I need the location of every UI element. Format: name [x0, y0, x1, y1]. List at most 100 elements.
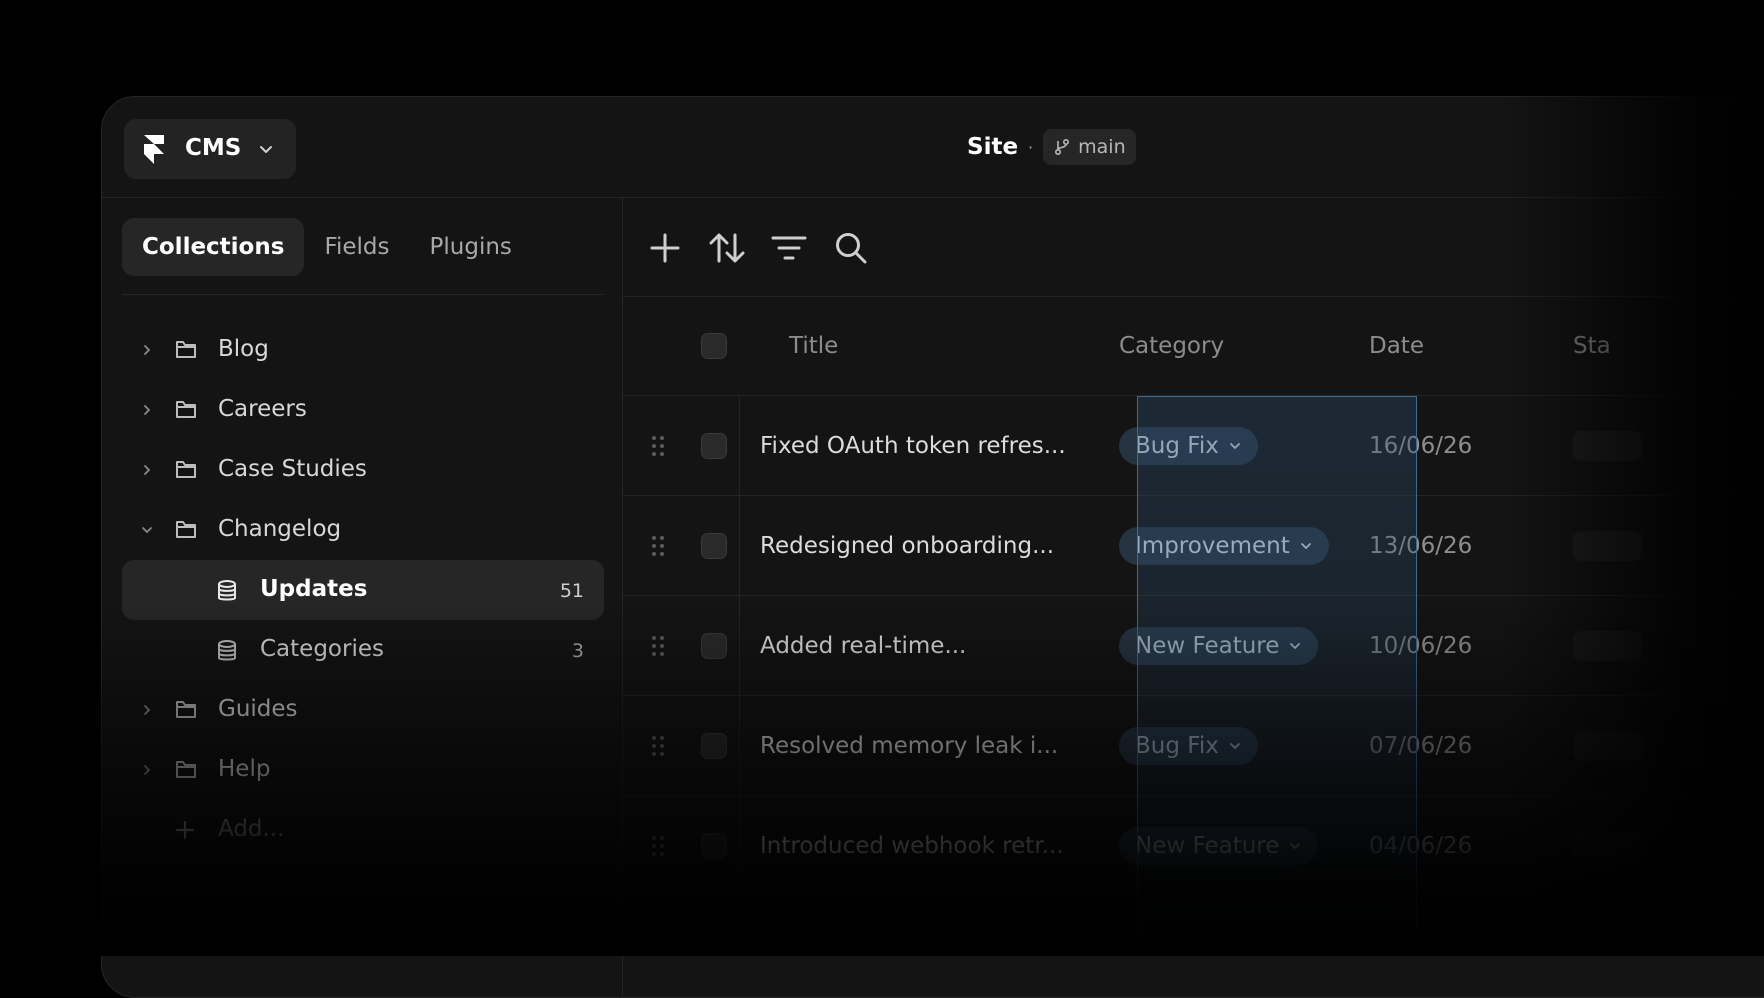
- cms-window: CMS Site · main Collections Fields Plugi…: [101, 96, 1764, 998]
- filter-button[interactable]: [769, 228, 809, 268]
- tree-item-categories[interactable]: Categories 3: [122, 620, 604, 680]
- category-label: Bug Fix: [1135, 432, 1219, 459]
- row-date[interactable]: 16/06/26: [1369, 396, 1472, 495]
- tab-collections[interactable]: Collections: [122, 218, 305, 276]
- chevron-down-icon: [1229, 442, 1240, 449]
- tree-item-updates[interactable]: Updates 51: [122, 560, 604, 620]
- row-status[interactable]: [1573, 596, 1643, 695]
- row-category[interactable]: Bug Fix: [1119, 396, 1258, 495]
- tab-plugins[interactable]: Plugins: [410, 218, 532, 276]
- divider: [122, 294, 604, 295]
- chevron-down-icon: [1300, 542, 1311, 549]
- column-title[interactable]: Title: [789, 297, 838, 395]
- row-title[interactable]: Added real-time...: [739, 596, 966, 695]
- tree-item-blog[interactable]: Blog: [122, 320, 604, 380]
- tree-item-label: Help: [218, 756, 271, 782]
- git-branch-icon: [1055, 138, 1070, 156]
- chevron-right-icon: [144, 465, 151, 475]
- category-pill: Improvement: [1119, 526, 1329, 565]
- branch-selector[interactable]: main: [1043, 129, 1136, 165]
- tree-item-label: Updates: [260, 576, 368, 602]
- chevron-down-icon: [1229, 742, 1240, 749]
- site-title[interactable]: Site: [967, 134, 1018, 160]
- table-row[interactable]: Introduced webhook retr... New Feature 0…: [623, 796, 1764, 896]
- main-content: Title Category Date Sta Fixed OAuth toke…: [623, 198, 1764, 997]
- drag-handle-icon[interactable]: [651, 696, 665, 795]
- table-toolbar: [623, 198, 1764, 297]
- table-row[interactable]: Resolved memory leak i... Bug Fix 07/06/…: [623, 696, 1764, 796]
- top-bar: CMS Site · main: [102, 97, 1764, 198]
- row-checkbox[interactable]: [701, 396, 727, 495]
- row-checkbox[interactable]: [701, 596, 727, 695]
- row-checkbox[interactable]: [701, 696, 727, 795]
- row-title[interactable]: Resolved memory leak i...: [739, 696, 1058, 795]
- breadcrumb-separator: ·: [1028, 137, 1034, 157]
- category-label: Bug Fix: [1135, 732, 1219, 759]
- add-label: Add...: [218, 816, 285, 842]
- category-label: Improvement: [1135, 532, 1290, 559]
- column-category[interactable]: Category: [1119, 297, 1224, 395]
- item-count: 3: [571, 640, 584, 662]
- category-pill: Bug Fix: [1119, 726, 1258, 765]
- tree-item-guides[interactable]: Guides: [122, 680, 604, 740]
- table-row[interactable]: Fixed OAuth token refres... Bug Fix 16/0…: [623, 396, 1764, 496]
- category-pill: New Feature: [1119, 826, 1319, 865]
- item-count: 51: [559, 580, 584, 602]
- row-date[interactable]: 04/06/26: [1369, 796, 1472, 895]
- table-header: Title Category Date Sta: [623, 297, 1764, 396]
- chevron-right-icon: [144, 765, 151, 775]
- tree-item-label: Categories: [260, 636, 384, 662]
- add-collection-button[interactable]: Add...: [122, 800, 604, 860]
- row-title[interactable]: Fixed OAuth token refres...: [739, 396, 1066, 495]
- column-date[interactable]: Date: [1369, 297, 1424, 395]
- row-date[interactable]: 13/06/26: [1369, 496, 1472, 595]
- site-breadcrumb: Site · main: [967, 129, 1136, 165]
- drag-handle-icon[interactable]: [651, 396, 665, 495]
- tree-item-careers[interactable]: Careers: [122, 380, 604, 440]
- search-icon: [836, 233, 867, 264]
- collection-tree: Blog Careers Case Studies Changelog Upda…: [122, 320, 604, 860]
- sort-icon: [709, 233, 745, 263]
- search-button[interactable]: [831, 228, 871, 268]
- tree-item-changelog[interactable]: Changelog: [122, 500, 604, 560]
- row-category[interactable]: New Feature: [1119, 796, 1319, 895]
- chevron-down-icon: [1290, 642, 1301, 649]
- row-status[interactable]: [1573, 696, 1643, 795]
- app-switcher-button[interactable]: CMS: [124, 119, 296, 179]
- tab-fields[interactable]: Fields: [304, 218, 409, 276]
- tree-item-help[interactable]: Help: [122, 740, 604, 800]
- drag-handle-icon[interactable]: [651, 796, 665, 895]
- sort-button[interactable]: [707, 228, 747, 268]
- row-date[interactable]: 10/06/26: [1369, 596, 1472, 695]
- row-checkbox[interactable]: [701, 496, 727, 595]
- column-status[interactable]: Sta: [1573, 297, 1611, 395]
- sidebar: Collections Fields Plugins Blog Careers …: [102, 198, 623, 997]
- folder-icon: [176, 701, 196, 718]
- tree-item-label: Careers: [218, 396, 307, 422]
- add-item-button[interactable]: [645, 228, 685, 268]
- row-title[interactable]: Introduced webhook retr...: [739, 796, 1064, 895]
- folder-icon: [176, 761, 196, 778]
- category-label: New Feature: [1135, 832, 1280, 859]
- row-status[interactable]: [1573, 796, 1643, 895]
- row-category[interactable]: Improvement: [1119, 496, 1329, 595]
- chevron-down-icon: [260, 146, 272, 153]
- table-row[interactable]: Added real-time... New Feature 10/06/26: [623, 596, 1764, 696]
- tree-item-case-studies[interactable]: Case Studies: [122, 440, 604, 500]
- row-title[interactable]: Redesigned onboarding...: [739, 496, 1054, 595]
- drag-handle-icon[interactable]: [651, 496, 665, 595]
- folder-icon: [176, 461, 196, 478]
- row-status[interactable]: [1573, 396, 1643, 495]
- row-date[interactable]: 07/06/26: [1369, 696, 1472, 795]
- row-status[interactable]: [1573, 496, 1643, 595]
- tree-item-label: Guides: [218, 696, 298, 722]
- database-icon: [218, 640, 236, 661]
- row-category[interactable]: Bug Fix: [1119, 696, 1258, 795]
- table-row[interactable]: Redesigned onboarding... Improvement 13/…: [623, 496, 1764, 596]
- row-checkbox[interactable]: [701, 796, 727, 895]
- branch-name: main: [1078, 136, 1126, 158]
- tree-item-label: Case Studies: [218, 456, 367, 482]
- row-category[interactable]: New Feature: [1119, 596, 1319, 695]
- drag-handle-icon[interactable]: [651, 596, 665, 695]
- select-all-checkbox[interactable]: [701, 297, 727, 395]
